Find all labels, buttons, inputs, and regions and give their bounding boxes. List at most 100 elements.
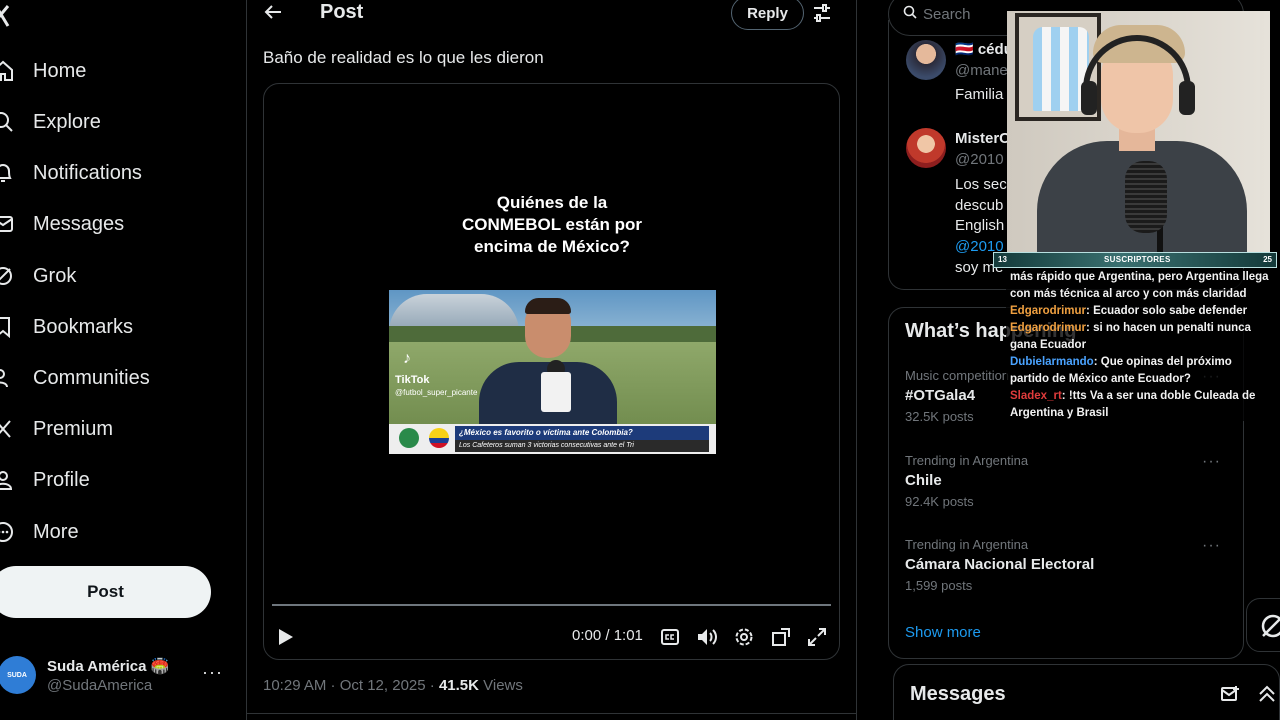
nav-label-notifications: Notifications <box>33 161 142 184</box>
nav-item-home[interactable]: Home <box>0 51 86 91</box>
video-progress-bar[interactable] <box>272 604 831 606</box>
avatar[interactable] <box>906 40 946 80</box>
more-options-icon[interactable]: ··· <box>1202 453 1221 471</box>
views-count: 41.5K <box>438 677 479 694</box>
nav-label-communities: Communities <box>33 366 150 389</box>
trend-count: 92.4K posts <box>905 494 974 509</box>
fullscreen-icon[interactable] <box>808 626 826 648</box>
more-options-icon[interactable]: ··· <box>1202 537 1221 555</box>
search-icon <box>0 111 14 133</box>
tiktok-watermark: TikTok <box>395 374 430 386</box>
tweet-timestamp[interactable]: 10:29 AM · Oct 12, 2025 · <box>263 677 439 694</box>
sub-goal-target: 25 <box>1263 255 1272 264</box>
left-nav: Home Explore Notifications Messages Grok… <box>0 0 246 720</box>
more-options-icon[interactable]: ··· <box>202 662 223 683</box>
nav-item-profile[interactable]: Profile <box>0 460 90 500</box>
chat-line: más rápido que Argentina, pero Argentina… <box>1010 269 1276 286</box>
post-button[interactable]: Post <box>0 566 211 618</box>
trend-item[interactable]: Trending in Argentina Cámara Nacional El… <box>905 537 1229 593</box>
nav-label-home: Home <box>33 59 87 82</box>
account-name: Suda América 🏟️ <box>47 657 170 675</box>
nav-item-notifications[interactable]: Notifications <box>0 153 142 193</box>
bell-icon <box>0 162 14 184</box>
more-circle-icon <box>0 521 14 543</box>
video-frame: ♪ TikTok @futbol_super_picante ¿México e… <box>389 290 716 454</box>
chat-line: partido de México ante Ecuador? <box>1010 371 1276 388</box>
video-caption-line: CONMEBOL están por <box>461 215 643 234</box>
chat-line: Dubielarmando: Que opinas del próximo <box>1010 354 1276 371</box>
nav-label-profile: Profile <box>33 468 90 491</box>
nav-label-explore: Explore <box>33 110 101 133</box>
video-caption: Quiénes de la CONMEBOL están por encima … <box>404 192 700 258</box>
flag-icon <box>429 428 449 448</box>
reply-button[interactable]: Reply <box>731 0 804 30</box>
envelope-icon <box>0 213 14 235</box>
nav-item-communities[interactable]: Communities <box>0 358 150 398</box>
nav-item-more[interactable]: More <box>0 512 79 552</box>
nav-item-messages[interactable]: Messages <box>0 204 124 244</box>
chat-line: Argentina y Brasil <box>1010 405 1276 422</box>
reply-text: English <box>955 217 1005 234</box>
grok-icon <box>1261 614 1280 638</box>
show-more-link[interactable]: Show more <box>905 624 981 641</box>
people-icon <box>0 367 14 389</box>
video-headline: ¿México es favorito o víctima ante Colom… <box>455 426 709 440</box>
tweet-meta: 10:29 AM · Oct 12, 2025 · 41.5K Views <box>263 677 523 694</box>
reply-text: Los sec <box>955 176 1007 193</box>
chat-separator: : <box>1061 390 1069 402</box>
video-time: 0:00 / 1:01 <box>572 627 643 644</box>
nav-item-bookmarks[interactable]: Bookmarks <box>0 307 133 347</box>
tiktok-icon: ♪ <box>403 350 411 367</box>
x-logo-icon[interactable] <box>0 2 14 30</box>
chat-username: Dubielarmando <box>1010 356 1094 368</box>
back-arrow-icon[interactable] <box>263 2 283 22</box>
chat-line: con más técnica al arco y con más clarid… <box>1010 286 1276 303</box>
nav-label-grok: Grok <box>33 264 77 287</box>
x-logo-icon <box>0 418 14 440</box>
gear-icon[interactable] <box>734 626 754 648</box>
trend-item[interactable]: Trending in Argentina Chile 92.4K posts … <box>905 453 1229 509</box>
chat-text: Que opinas del próximo <box>1100 356 1232 368</box>
reply-author-handle[interactable]: @2010 <box>955 151 1004 168</box>
nav-label-premium: Premium <box>33 417 114 440</box>
nav-item-grok[interactable]: Grok <box>0 256 76 296</box>
chat-text: Ecuador solo sabe defender <box>1093 305 1248 317</box>
volume-icon[interactable] <box>696 626 718 648</box>
chat-text: gana Ecuador <box>1010 339 1087 351</box>
sub-goal-label: SUSCRIPTORES <box>1104 255 1171 264</box>
views-label: Views <box>478 677 523 694</box>
settings-sliders-icon[interactable] <box>813 4 831 22</box>
nav-item-explore[interactable]: Explore <box>0 102 101 142</box>
account-switcher[interactable]: SUDA Suda América 🏟️ @SudaAmerica ··· <box>0 650 235 700</box>
nav-item-premium[interactable]: Premium <box>0 409 113 449</box>
messages-drawer[interactable]: Messages <box>893 664 1280 720</box>
grok-button[interactable] <box>1246 598 1280 652</box>
column-divider <box>856 0 857 720</box>
microphone-icon <box>1125 161 1167 233</box>
compose-message-icon[interactable] <box>1221 685 1241 708</box>
reply-author-name[interactable]: MisterC <box>955 130 1010 147</box>
bookmark-icon <box>0 316 14 338</box>
trend-category: Trending in Argentina <box>905 537 1029 552</box>
chat-username: Edgarodrimur <box>1010 305 1087 317</box>
chevron-up-icon[interactable] <box>1258 685 1276 708</box>
video-player[interactable]: Quiénes de la CONMEBOL están por encima … <box>263 83 840 660</box>
reply-text: descub <box>955 197 1004 214</box>
sub-goal-current: 13 <box>998 255 1007 264</box>
avatar[interactable] <box>906 128 946 168</box>
chat-username: Sladex_rt <box>1010 390 1062 402</box>
nav-label-messages: Messages <box>33 212 125 235</box>
nav-label-bookmarks: Bookmarks <box>33 315 134 338</box>
nav-label-more: More <box>33 520 79 543</box>
trend-name: Chile <box>905 472 942 489</box>
grok-icon <box>0 265 14 287</box>
reply-author-handle[interactable]: @mane <box>955 62 1008 79</box>
reply-author-name[interactable]: 🇨🇷 cédu <box>955 40 1013 58</box>
pip-icon[interactable] <box>772 626 790 648</box>
captions-icon[interactable] <box>661 626 679 648</box>
chat-line: Edgarodrimur: Ecuador solo sabe defender <box>1010 303 1276 320</box>
play-icon[interactable] <box>278 626 294 648</box>
person-icon <box>0 469 14 491</box>
home-icon <box>0 60 14 82</box>
chat-text: !tts Va a ser una doble Culeada de <box>1068 390 1256 402</box>
